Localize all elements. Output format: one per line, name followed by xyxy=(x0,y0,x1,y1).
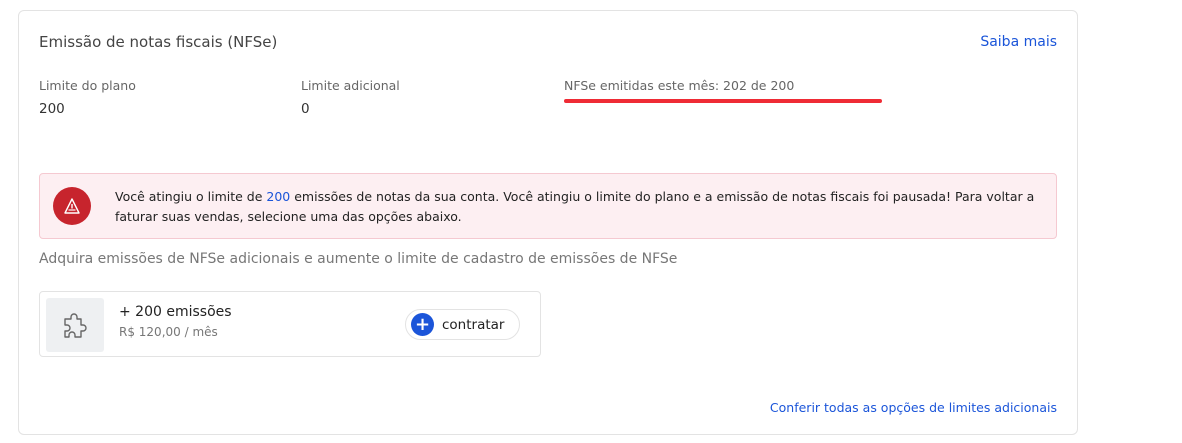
product-name: + 200 emissões xyxy=(119,304,232,320)
plan-limit-label: Limite do plano xyxy=(39,78,136,93)
emitted-count-label: NFSe emitidas este mês: 202 de 200 xyxy=(564,78,795,93)
additional-limit-label: Limite adicional xyxy=(301,78,400,93)
card-title: Emissão de notas fiscais (NFSe) xyxy=(39,33,278,51)
alert-limit-highlight: 200 xyxy=(266,189,291,204)
alert-text-before: Você atingiu o limite de xyxy=(115,189,267,204)
product-card: + 200 emissões R$ 120,00 / mês + contrat… xyxy=(39,291,541,357)
plus-icon: + xyxy=(411,313,434,336)
contratar-label: contratar xyxy=(442,316,505,333)
saiba-mais-link[interactable]: Saiba mais xyxy=(980,34,1057,50)
alert-message: Você atingiu o limite de 200 emissões de… xyxy=(115,187,1035,227)
all-options-link[interactable]: Conferir todas as opções de limites adic… xyxy=(770,400,1057,415)
limit-alert: Você atingiu o limite de 200 emissões de… xyxy=(39,173,1057,239)
additional-limit-value: 0 xyxy=(301,101,310,117)
plan-limit-value: 200 xyxy=(39,101,65,117)
product-price: R$ 120,00 / mês xyxy=(119,325,218,339)
offer-subtitle: Adquira emissões de NFSe adicionais e au… xyxy=(39,251,678,267)
warning-icon xyxy=(53,187,91,225)
contratar-button[interactable]: + contratar xyxy=(405,309,520,340)
puzzle-icon xyxy=(46,298,104,352)
limit-exceeded-underline xyxy=(564,99,882,103)
nfse-card: Emissão de notas fiscais (NFSe) Saiba ma… xyxy=(18,10,1078,435)
